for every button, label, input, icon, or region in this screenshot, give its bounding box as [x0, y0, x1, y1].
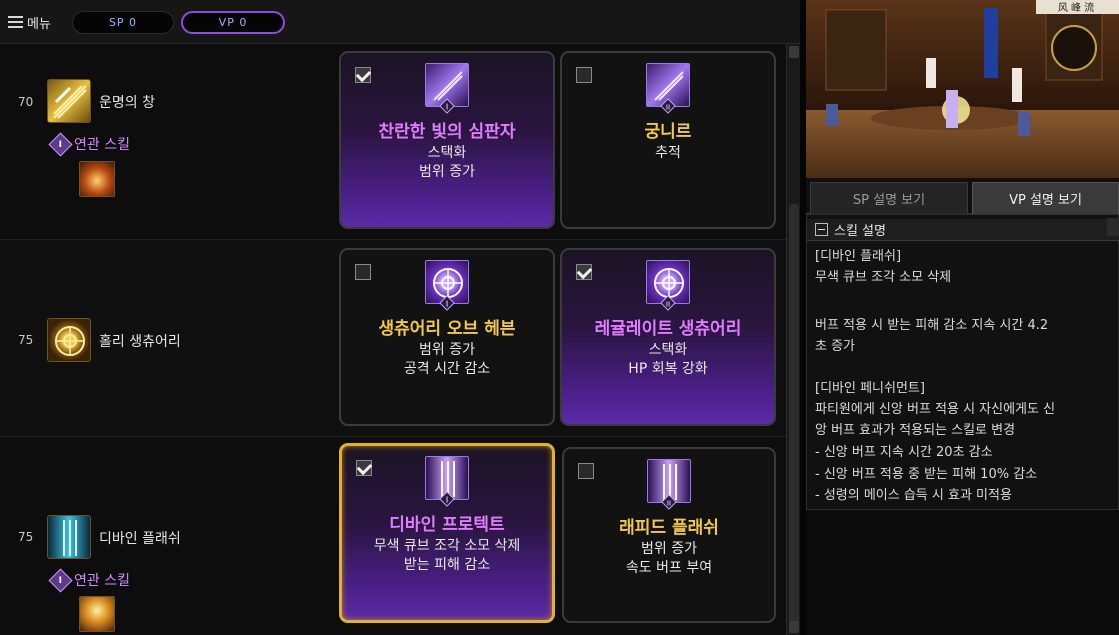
- top-bar: 메뉴 SP 0 VP 0: [0, 0, 800, 44]
- related-skill-link[interactable]: I 연관 스킬: [48, 567, 130, 593]
- option-effect: 범위 증가: [641, 541, 697, 557]
- vp-option-card-1-selected[interactable]: I 디바인 프로텍트 무색 큐브 조각 소모 삭제 받는 피해 감소: [339, 443, 555, 623]
- skill-level: 75: [18, 530, 34, 544]
- option-checkbox-checked[interactable]: [355, 67, 371, 83]
- vp-counter[interactable]: VP 0: [181, 11, 285, 34]
- divine-flash-icon[interactable]: [47, 515, 91, 559]
- option-title: 디바인 프로텍트: [389, 515, 505, 535]
- vp-option-card-1[interactable]: I 찬란한 빛의 심판자 스택화 범위 증가: [339, 51, 555, 229]
- svg-text:II: II: [666, 301, 670, 309]
- skill-name: 운명의 창: [99, 95, 155, 111]
- description-line: 초 증가: [815, 339, 856, 354]
- holy-sanctuary-icon[interactable]: [47, 318, 91, 362]
- vp-option-card-2[interactable]: II 레귤레이트 생츄어리 스택화 HP 회복 강화: [560, 248, 776, 426]
- vp-option-card-2[interactable]: II 궁니르 추적: [560, 51, 776, 229]
- roman-numeral-icon: I: [439, 491, 455, 507]
- description-header[interactable]: 스킬 설명: [807, 219, 1119, 241]
- description-line: [디바인 페니쉬먼트]: [815, 381, 925, 396]
- option-effect: 범위 증가: [419, 164, 475, 180]
- related-skill-label: 연관 스킬: [74, 137, 130, 153]
- option-title: 찬란한 빛의 심판자: [378, 122, 516, 142]
- related-skill-link[interactable]: I 연관 스킬: [48, 131, 130, 157]
- roman-numeral-icon: I: [439, 98, 455, 114]
- skill-name: 홀리 생츄어리: [99, 334, 181, 350]
- option-effect: 공격 시간 감소: [403, 361, 491, 377]
- option-checkbox[interactable]: [578, 463, 594, 479]
- description-line: 버프 적용 시 받는 피해 감소 지속 시간 4.2: [815, 318, 1049, 333]
- spear-of-destiny-icon[interactable]: [47, 79, 91, 123]
- dojo-sign: 风 峰 流: [1058, 1, 1094, 14]
- option-effect: 스택화: [427, 145, 467, 161]
- empty-area: [806, 510, 1119, 635]
- collapse-icon[interactable]: [815, 223, 828, 236]
- option-checkbox[interactable]: [576, 67, 592, 83]
- description-line: - 성령의 메이스 습득 시 효과 미적용: [815, 488, 1012, 503]
- roman-numeral-icon: I: [439, 295, 455, 311]
- svg-text:II: II: [666, 104, 670, 112]
- option-effect: 속도 버프 부여: [625, 560, 713, 576]
- description-line: - 신앙 버프 적용 중 받는 피해 10% 감소: [815, 467, 1038, 482]
- skill-row: 75 디바인 플래쉬 I 연관 스킬 I 디바인 프로텍트 무색 큐브 조각 소…: [0, 437, 786, 635]
- vp-skill-list: 70 운명의 창 I 연관 스킬 I 찬란한 빛의 심판자 스택화 범위 증가 …: [0, 44, 786, 635]
- description-scrollbar[interactable]: [1107, 218, 1119, 236]
- related-skill-label: 연관 스킬: [74, 573, 130, 589]
- tab-vp-description[interactable]: VP 설명 보기: [972, 182, 1119, 214]
- roman-one-badge-icon: I: [48, 131, 73, 157]
- skill-preview-video: 风 峰 流: [806, 0, 1119, 178]
- description-tabs: SP 설명 보기 VP 설명 보기: [806, 178, 1119, 214]
- roman-numeral-icon: II: [661, 494, 677, 510]
- option-checkbox-checked[interactable]: [576, 264, 592, 280]
- skill-row: 75 홀리 생츄어리 I 생츄어리 오브 헤븐 범위 증가 공격 시간 감소 I…: [0, 240, 786, 436]
- roman-numeral-icon: II: [660, 98, 676, 114]
- description-line: 파티원에게 신앙 버프 적용 시 자신에게도 신: [815, 402, 1056, 417]
- option-effect: 범위 증가: [419, 342, 475, 358]
- skill-level: 70: [18, 95, 34, 109]
- vp-option-card-2[interactable]: II 래피드 플래쉬 범위 증가 속도 버프 부여: [562, 447, 776, 623]
- tab-sp-description[interactable]: SP 설명 보기: [810, 182, 968, 214]
- description-line: - 신앙 버프 지속 시간 20초 감소: [815, 445, 993, 460]
- list-scrollbar[interactable]: [786, 44, 800, 635]
- option-title: 래피드 플래쉬: [619, 518, 719, 538]
- svg-text:I: I: [446, 496, 448, 505]
- scroll-thumb[interactable]: [789, 204, 799, 624]
- menu-button[interactable]: 메뉴: [8, 11, 51, 33]
- skill-description-panel: 스킬 설명 [디바인 플래쉬] 무색 큐브 조각 소모 삭제 버프 적용 시 받…: [806, 214, 1119, 510]
- roman-numeral-icon: II: [660, 295, 676, 311]
- option-effect: HP 회복 강화: [628, 361, 708, 377]
- option-title: 레귤레이트 생츄어리: [594, 319, 742, 339]
- svg-text:I: I: [446, 300, 448, 309]
- option-checkbox-checked[interactable]: [356, 460, 372, 476]
- menu-label: 메뉴: [27, 16, 51, 32]
- scroll-down-arrow-icon[interactable]: [789, 621, 799, 633]
- option-effect: 추적: [655, 145, 681, 161]
- related-skill-icon[interactable]: [79, 161, 115, 197]
- description-line: 앙 버프 효과가 적용되는 스킬로 변경: [815, 423, 1016, 438]
- related-skill-icon[interactable]: [79, 596, 115, 632]
- scroll-up-arrow-icon[interactable]: [789, 46, 799, 58]
- option-title: 궁니르: [644, 122, 692, 142]
- skill-level: 75: [18, 333, 34, 347]
- option-effect: 스택화: [648, 342, 688, 358]
- svg-text:I: I: [446, 103, 448, 112]
- option-checkbox[interactable]: [355, 264, 371, 280]
- roman-one-badge-icon: I: [48, 567, 73, 593]
- hamburger-icon: [8, 16, 23, 28]
- skill-name: 디바인 플래쉬: [99, 531, 181, 547]
- description-title: 스킬 설명: [834, 224, 886, 239]
- sp-counter[interactable]: SP 0: [72, 11, 174, 34]
- vp-option-card-1[interactable]: I 생츄어리 오브 헤븐 범위 증가 공격 시간 감소: [339, 248, 555, 426]
- option-effect: 무색 큐브 조각 소모 삭제: [373, 538, 521, 554]
- description-line: [디바인 플래쉬]: [815, 249, 902, 264]
- description-line: 무색 큐브 조각 소모 삭제: [815, 270, 952, 285]
- option-effect: 받는 피해 감소: [403, 557, 491, 573]
- skill-row: 70 운명의 창 I 연관 스킬 I 찬란한 빛의 심판자 스택화 범위 증가 …: [0, 44, 786, 238]
- option-title: 생츄어리 오브 헤븐: [378, 319, 516, 339]
- svg-text:II: II: [667, 500, 671, 508]
